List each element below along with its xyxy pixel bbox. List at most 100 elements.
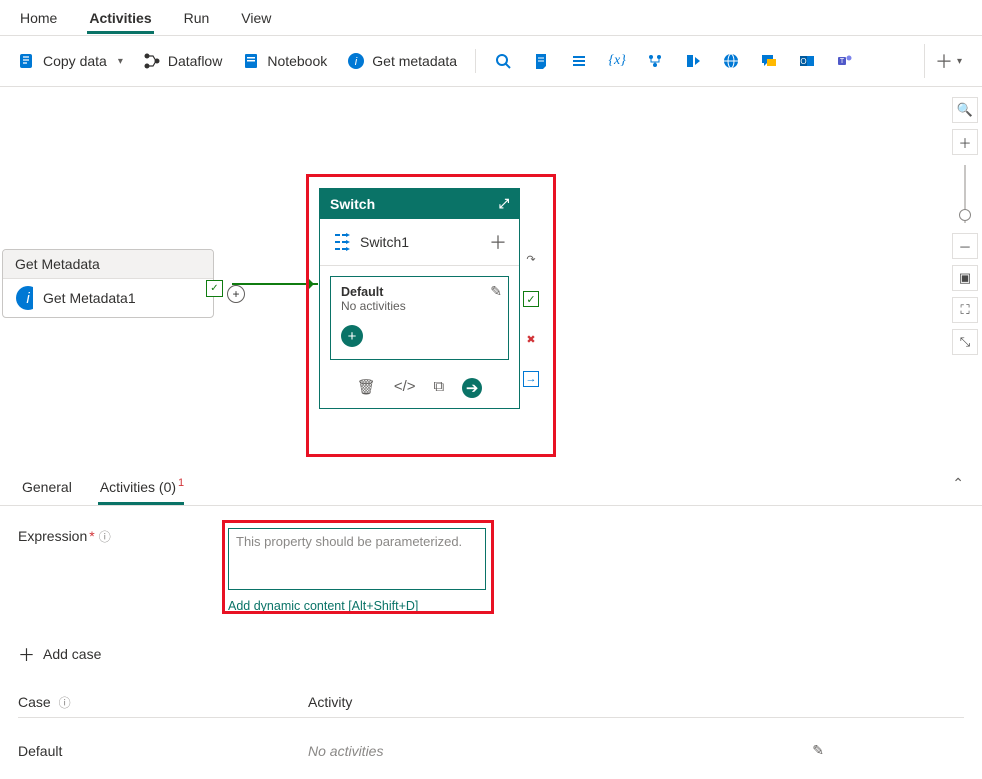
expand-icon[interactable]: ⤢ (499, 196, 509, 212)
cases-table-header: Case ⓘ Activity (18, 688, 964, 718)
switch-node-header: Switch ⤢ (320, 189, 519, 219)
fail-port[interactable]: ✖ (523, 331, 539, 347)
ribbon-add-button[interactable]: ＋ (924, 44, 972, 78)
skip-port[interactable]: ↷ (523, 251, 539, 267)
teams-button[interactable]: T (828, 47, 862, 75)
get-metadata-button[interactable]: i Get metadata (339, 47, 465, 75)
get-metadata-node[interactable]: Get Metadata i Get Metadata1 ✓ + (2, 249, 214, 318)
case-row-default[interactable]: Default No activities ✎ (18, 732, 964, 769)
success-port[interactable]: ✓ (523, 291, 539, 307)
add-dynamic-content-link[interactable]: Add dynamic content [Alt+Shift+D] (228, 599, 486, 613)
canvas-area: Get Metadata i Get Metadata1 ✓ + Switch … (0, 87, 982, 465)
expression-input[interactable] (228, 528, 486, 590)
search-ribbon-button[interactable] (486, 47, 520, 75)
tab-home[interactable]: Home (18, 4, 59, 34)
get-metadata-label: Get metadata (372, 53, 457, 69)
switch-node-name: Switch1 (360, 234, 409, 250)
chat-button[interactable] (752, 47, 786, 75)
switch-output-ports: ↷ ✓ ✖ → (523, 251, 539, 387)
zoom-out-button[interactable]: － (952, 233, 978, 259)
notebook-icon (242, 52, 260, 70)
notebook-label: Notebook (267, 53, 327, 69)
collapse-panel-button[interactable]: ⌃ (952, 475, 964, 492)
details-panel: General Activities (0)1 ⌃ Expression*ⓘ A… (0, 465, 982, 779)
dataflow-icon (143, 52, 161, 70)
add-case-icon[interactable]: ＋ (489, 229, 507, 255)
default-case-box[interactable]: ✎ Default No activities + (330, 276, 509, 360)
switch-icon (332, 233, 350, 251)
top-tabs: Home Activities Run View (0, 0, 982, 35)
col-case: Case (18, 694, 51, 710)
get-metadata-node-name: Get Metadata1 (43, 290, 136, 306)
plus-icon: ＋ (18, 641, 35, 666)
zoom-slider-thumb[interactable] (959, 209, 971, 221)
switch-footer: 🗑 </> ⧉ ➔ (320, 370, 519, 408)
row-activity-value: No activities (308, 743, 812, 759)
globe-icon (722, 52, 740, 70)
copy-data-icon (18, 52, 36, 70)
delete-icon[interactable]: 🗑 (357, 378, 376, 398)
info-icon[interactable]: ⓘ (99, 530, 111, 544)
pipeline-button[interactable] (638, 47, 672, 75)
col-activity: Activity (308, 694, 352, 711)
fullscreen-button[interactable]: ⛶ (952, 297, 978, 323)
list-icon (570, 52, 588, 70)
invoke-button[interactable] (676, 47, 710, 75)
variable-icon: {x} (608, 52, 626, 70)
copy-data-label: Copy data (43, 53, 107, 69)
details-tabs: General Activities (0)1 ⌃ (0, 465, 982, 505)
notebook-button[interactable]: Notebook (234, 47, 335, 75)
teams-icon: T (836, 52, 854, 70)
copy-data-button[interactable]: Copy data (10, 47, 131, 75)
info-icon[interactable]: ⓘ (59, 696, 71, 710)
search-canvas-button[interactable]: 🔍 (952, 97, 978, 123)
tab-activities[interactable]: Activities (87, 4, 153, 34)
add-case-button[interactable]: ＋ Add case (18, 633, 964, 674)
script-button[interactable] (524, 47, 558, 75)
tab-activities-detail[interactable]: Activities (0)1 (98, 475, 184, 505)
tab-general[interactable]: General (20, 475, 74, 505)
variable-button[interactable]: {x} (600, 47, 634, 75)
collapse-canvas-button[interactable]: ⤡ (952, 329, 978, 355)
fit-screen-button[interactable]: ▣ (952, 265, 978, 291)
list-button[interactable] (562, 47, 596, 75)
zoom-in-button[interactable]: ＋ (952, 129, 978, 155)
ribbon: Copy data Dataflow Notebook i Get metada… (0, 35, 982, 87)
completion-port[interactable]: → (523, 371, 539, 387)
case-subtitle: No activities (341, 299, 498, 313)
separator (475, 49, 476, 73)
info-icon: i (15, 289, 33, 307)
pipeline-icon (646, 52, 664, 70)
details-body: Expression*ⓘ Add dynamic content [Alt+Sh… (0, 505, 982, 779)
svg-text:O: O (800, 57, 806, 66)
clone-icon[interactable]: ⧉ (434, 378, 445, 398)
tab-view[interactable]: View (239, 4, 273, 34)
get-metadata-node-header: Get Metadata (3, 250, 213, 279)
web-button[interactable] (714, 47, 748, 75)
add-case-label: Add case (43, 646, 101, 662)
pipeline-canvas[interactable]: Get Metadata i Get Metadata1 ✓ + Switch … (0, 87, 948, 465)
info-icon: i (347, 52, 365, 70)
outlook-button[interactable]: O (790, 47, 824, 75)
switch-node[interactable]: Switch ⤢ Switch1 ＋ ✎ Default No activiti… (319, 188, 520, 409)
chat-icon (760, 52, 778, 70)
switch-title: Switch (330, 196, 375, 212)
script-icon (532, 52, 550, 70)
dataflow-label: Dataflow (168, 53, 222, 69)
edit-case-button[interactable]: ✎ (812, 742, 964, 759)
add-connection-port[interactable]: + (227, 285, 245, 303)
zoom-slider[interactable] (964, 165, 966, 223)
tab-activities-label: Activities (0) (100, 479, 176, 495)
canvas-toolbar: 🔍 ＋ － ▣ ⛶ ⤡ (948, 87, 982, 465)
tab-run[interactable]: Run (182, 4, 212, 34)
code-icon[interactable]: </> (394, 378, 416, 398)
search-icon (494, 52, 512, 70)
go-icon[interactable]: ➔ (462, 378, 482, 398)
error-indicator: 1 (178, 477, 184, 489)
outlook-icon: O (798, 52, 816, 70)
pencil-icon[interactable]: ✎ (490, 283, 502, 300)
success-port[interactable]: ✓ (206, 280, 223, 297)
case-title: Default (341, 285, 498, 299)
add-activity-button[interactable]: + (341, 325, 363, 347)
dataflow-button[interactable]: Dataflow (135, 47, 230, 75)
